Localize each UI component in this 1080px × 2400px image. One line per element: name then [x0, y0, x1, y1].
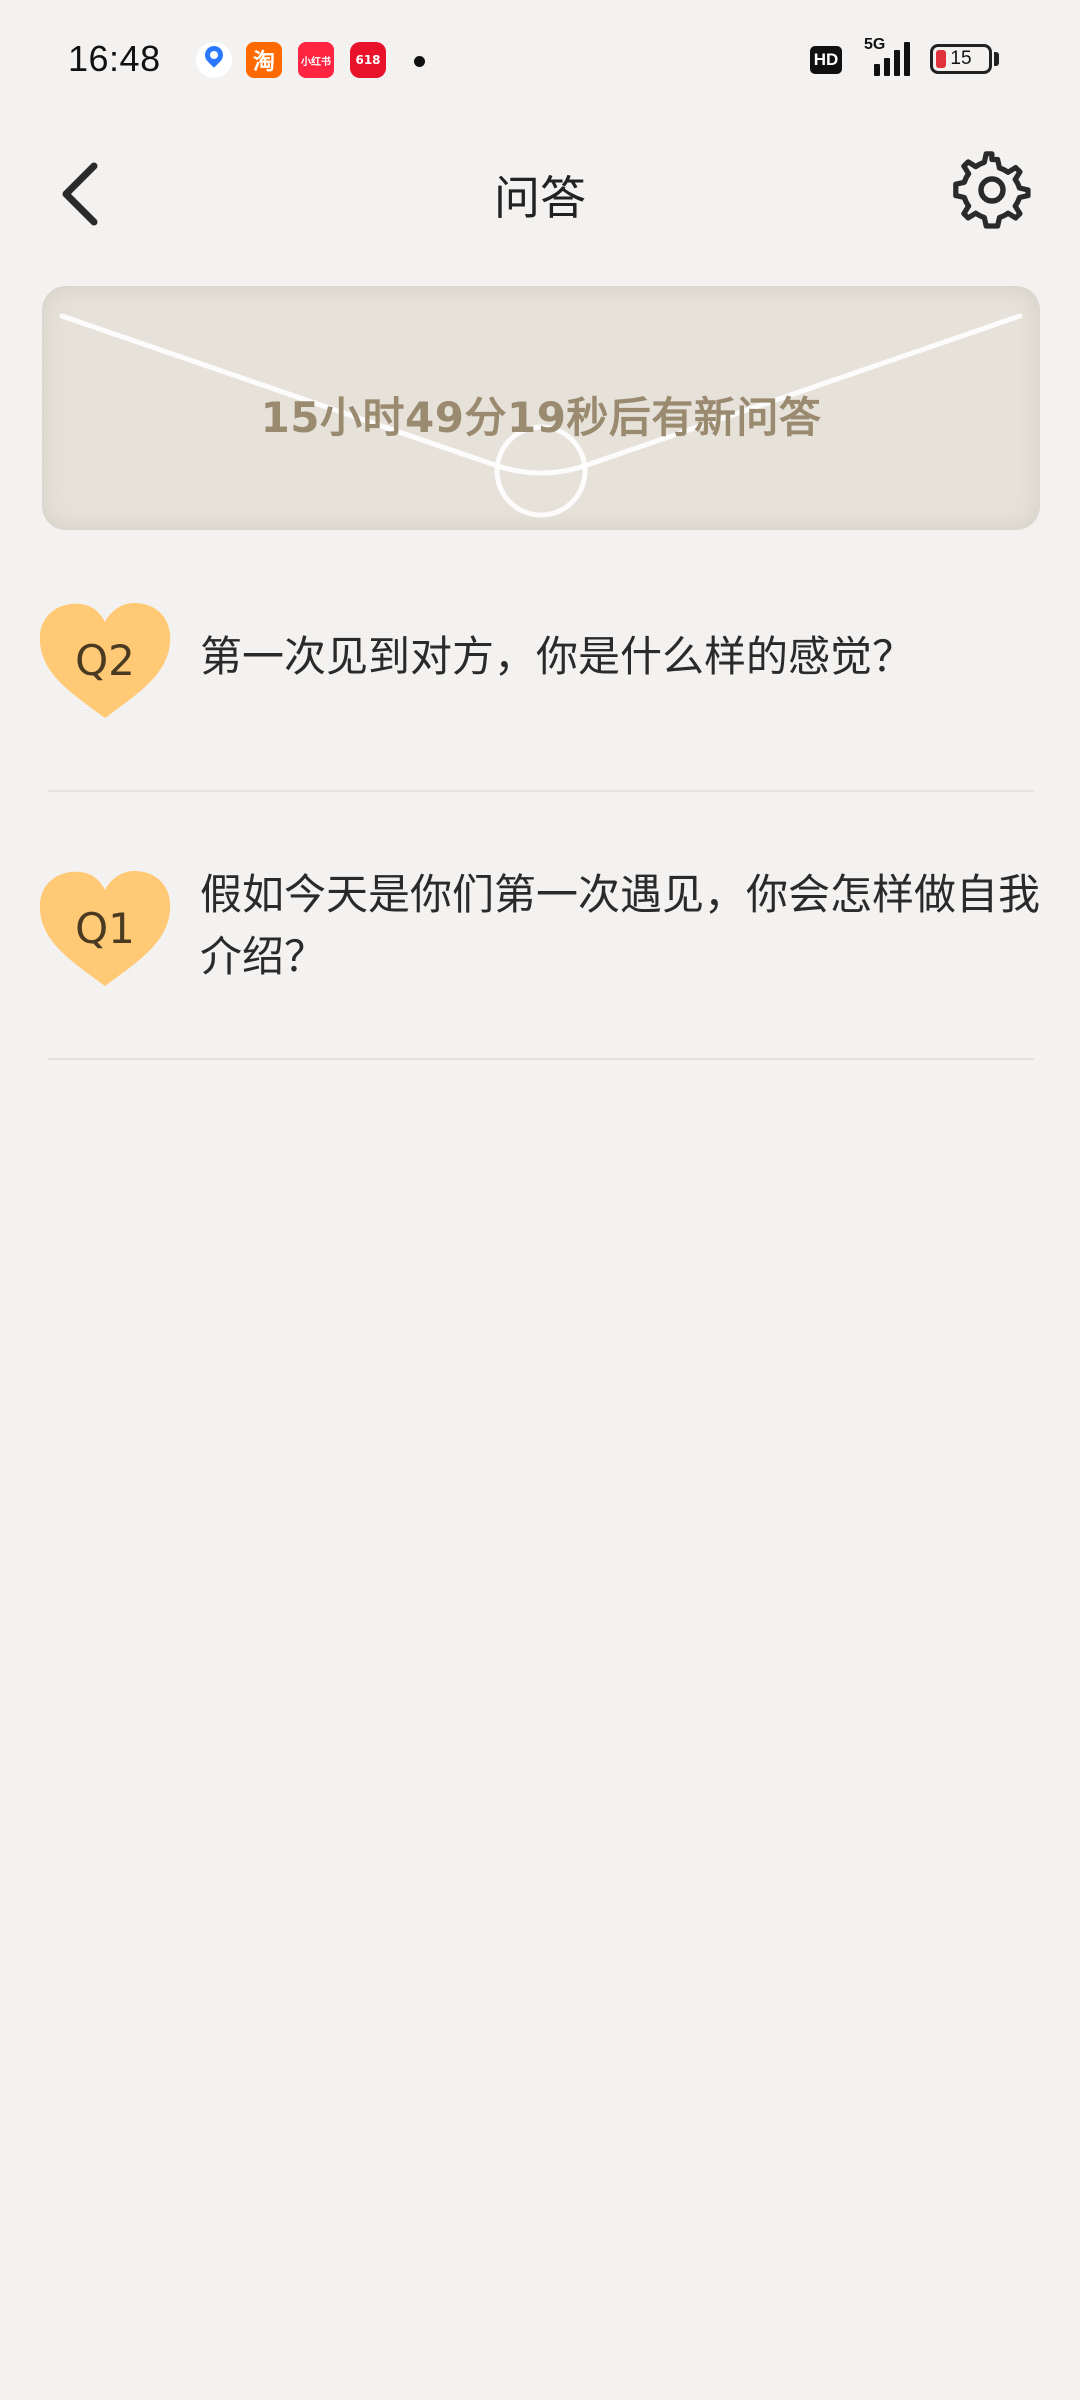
sale-618-notification-icon: 618 — [350, 42, 386, 78]
divider — [48, 1058, 1034, 1060]
question-badge-label: Q1 — [75, 904, 135, 953]
settings-button[interactable] — [952, 150, 1032, 230]
question-badge-label: Q2 — [75, 636, 135, 685]
status-time: 16:48 — [68, 38, 161, 79]
page-title: 问答 — [494, 171, 586, 225]
gear-icon — [953, 151, 1031, 229]
question-badge: Q1 — [36, 868, 174, 992]
status-bar: 16:48 淘 小红书 618 HD 5G 15 — [0, 0, 1080, 124]
taobao-notification-icon: 淘 — [246, 42, 282, 78]
countdown-text: 15小时49分19秒后有新问答 — [260, 393, 822, 442]
question-list: Q2 第一次见到对方，你是什么样的感觉？ Q1 假如今天是你们第一次遇见，你会怎… — [0, 560, 1080, 1060]
map-notification-icon — [196, 42, 232, 78]
battery-level-text: 15 — [950, 48, 972, 69]
hd-voice-icon: HD — [810, 46, 842, 74]
battery-icon: 15 — [930, 44, 992, 74]
more-notifications-dot-icon — [414, 56, 425, 67]
divider — [48, 790, 1034, 792]
countdown-banner: 15小时49分19秒后有新问答 — [42, 286, 1040, 530]
battery-tip — [994, 52, 999, 66]
question-badge: Q2 — [36, 600, 174, 724]
question-item-q2[interactable]: Q2 第一次见到对方，你是什么样的感觉？ — [0, 560, 1080, 792]
xiaohongshu-notification-icon: 小红书 — [298, 42, 334, 78]
question-text: 假如今天是你们第一次遇见，你会怎样做自我介绍？ — [200, 870, 1041, 981]
signal-strength-icon: 5G — [854, 36, 916, 78]
heart-icon — [39, 870, 171, 986]
top-app-bar: 问答 — [0, 124, 1080, 264]
question-text: 第一次见到对方，你是什么样的感觉？ — [200, 632, 915, 681]
